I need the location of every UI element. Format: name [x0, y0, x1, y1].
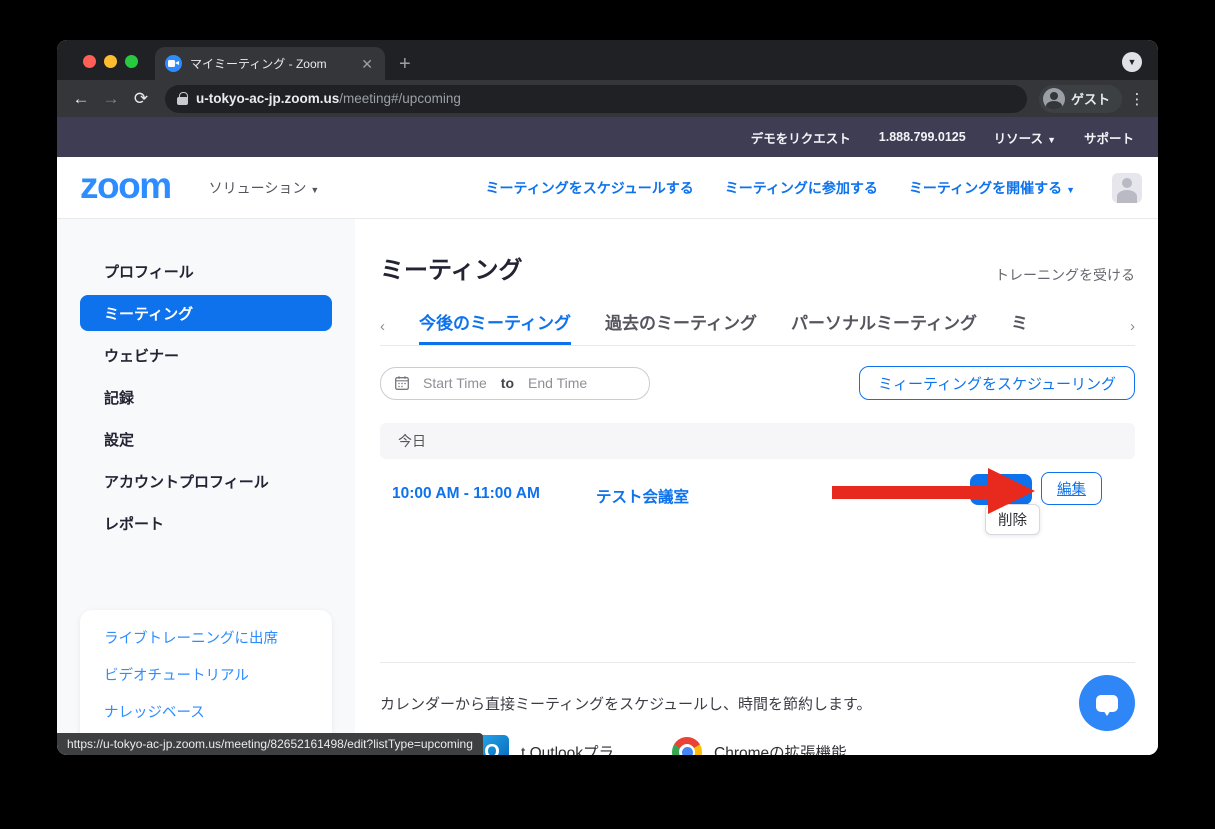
url-path: /meeting#/upcoming [339, 91, 461, 106]
meeting-topic-link[interactable]: テスト会議室 [596, 485, 689, 507]
zoom-favicon-icon [165, 55, 182, 72]
video-tutorials-link[interactable]: ビデオチュートリアル [80, 656, 332, 693]
traffic-lights [83, 55, 138, 68]
sidebar-item-meetings[interactable]: ミーティング [80, 295, 332, 331]
zoom-window-button[interactable] [125, 55, 138, 68]
main-content: ミーティング トレーニングを受ける ‹ 今後のミーティング 過去のミーティング … [355, 219, 1158, 755]
reload-icon[interactable]: ⟳ [129, 89, 153, 109]
guest-label: ゲスト [1071, 89, 1110, 108]
to-label: to [501, 375, 514, 391]
phone-number[interactable]: 1.888.799.0125 [879, 130, 966, 144]
sidebar-item-account-profile[interactable]: アカウントプロフィール [57, 460, 355, 502]
date-range-picker[interactable]: Start Time to End Time [380, 367, 650, 400]
chevron-down-icon: ▼ [310, 185, 319, 195]
minimize-window-button[interactable] [104, 55, 117, 68]
guest-avatar-icon [1043, 88, 1065, 110]
calendar-icon [395, 376, 409, 390]
calendar-promo-text: カレンダーから直接ミーティングをスケジュールし、時間を節約します。 [380, 693, 1135, 714]
solutions-menu[interactable]: ソリューション▼ [209, 178, 320, 198]
zoom-topbar: デモをリクエスト 1.888.799.0125 リソース▼ サポート [57, 117, 1158, 157]
sidebar-item-settings[interactable]: 設定 [57, 418, 355, 460]
schedule-meeting-link[interactable]: ミーティングをスケジュールする [486, 178, 694, 198]
chat-bubble-icon [1096, 695, 1118, 712]
request-demo-link[interactable]: デモをリクエスト [751, 128, 851, 147]
end-time-placeholder[interactable]: End Time [528, 375, 587, 391]
chevron-left-icon[interactable]: ‹ [380, 318, 385, 345]
resources-menu[interactable]: リソース▼ [994, 128, 1056, 147]
url-host: u-tokyo-ac-jp.zoom.us [196, 91, 339, 106]
sidebar-item-webinars[interactable]: ウェビナー [57, 334, 355, 376]
tab-close-icon[interactable]: ✕ [359, 57, 375, 71]
browser-window: マイミーティング - Zoom ✕ + ▼ ← → ⟳ u-tokyo-ac-j… [57, 40, 1158, 755]
chevron-down-icon: ▼ [1047, 135, 1056, 145]
zoom-logo[interactable]: zoom [80, 167, 171, 204]
today-group-header: 今日 [380, 423, 1135, 459]
annotation-arrow [832, 468, 1037, 514]
support-link[interactable]: サポート [1084, 128, 1134, 147]
chevron-down-icon: ▼ [1066, 185, 1075, 195]
tab-upcoming-meetings[interactable]: 今後のミーティング [419, 309, 571, 345]
zoom-header: zoom ソリューション▼ ミーティングをスケジュールする ミーティングに参加す… [57, 157, 1158, 219]
lock-icon [177, 92, 188, 106]
url-bar[interactable]: u-tokyo-ac-jp.zoom.us/meeting#/upcoming [165, 85, 1027, 113]
meeting-time: 10:00 AM - 11:00 AM [392, 485, 540, 503]
chat-widget-button[interactable] [1079, 675, 1135, 731]
new-tab-button[interactable]: + [399, 54, 411, 74]
tab-personal-meetings[interactable]: パーソナルミーティング [791, 309, 977, 345]
get-training-link[interactable]: トレーニングを受ける [995, 265, 1135, 285]
chrome-extension-link[interactable]: Chromeの拡張機能 [672, 737, 847, 755]
tab-strip: マイミーティング - Zoom ✕ + ▼ [57, 40, 1158, 80]
page-title: ミーティング [380, 250, 523, 285]
chevron-right-icon[interactable]: › [1130, 318, 1135, 345]
browser-menu-icon[interactable]: ⋮ [1128, 90, 1146, 108]
account-avatar[interactable] [1112, 173, 1142, 203]
profile-button[interactable]: ゲスト [1039, 85, 1122, 113]
knowledge-base-link[interactable]: ナレッジベース [80, 693, 332, 730]
chrome-icon [672, 737, 702, 755]
tab-title: マイミーティング - Zoom [190, 55, 351, 72]
link-status-bar: https://u-tokyo-ac-jp.zoom.us/meeting/82… [57, 733, 483, 755]
join-meeting-link[interactable]: ミーティングに参加する [725, 178, 878, 198]
host-meeting-menu[interactable]: ミーティングを開催する▼ [909, 178, 1075, 198]
sidebar-item-reports[interactable]: レポート [57, 502, 355, 544]
tab-truncated[interactable]: ミ [1011, 309, 1028, 345]
tab-search-button[interactable]: ▼ [1122, 52, 1142, 72]
close-window-button[interactable] [83, 55, 96, 68]
sidebar-item-profile[interactable]: プロフィール [57, 250, 355, 292]
outlook-plugin-link[interactable]: O t Outlookプラ [475, 735, 614, 755]
start-time-placeholder[interactable]: Start Time [423, 375, 487, 391]
browser-tab[interactable]: マイミーティング - Zoom ✕ [155, 47, 385, 80]
divider [380, 662, 1135, 663]
forward-icon[interactable]: → [99, 89, 123, 109]
tab-previous-meetings[interactable]: 過去のミーティング [605, 309, 757, 345]
schedule-meeting-button[interactable]: ミィーティングをスケジューリング [859, 366, 1135, 400]
sidebar-item-recordings[interactable]: 記録 [57, 376, 355, 418]
browser-toolbar: ← → ⟳ u-tokyo-ac-jp.zoom.us/meeting#/upc… [57, 80, 1158, 117]
back-icon[interactable]: ← [69, 89, 93, 109]
attend-live-training-link[interactable]: ライブトレーニングに出席 [80, 619, 332, 656]
meetings-tabs: ‹ 今後のミーティング 過去のミーティング パーソナルミーティング ミ › [380, 308, 1135, 346]
edit-button[interactable]: 編集 [1041, 472, 1102, 505]
sidebar: プロフィール ミーティング ウェビナー 記録 設定 アカウントプロフィール レポ… [57, 219, 355, 755]
